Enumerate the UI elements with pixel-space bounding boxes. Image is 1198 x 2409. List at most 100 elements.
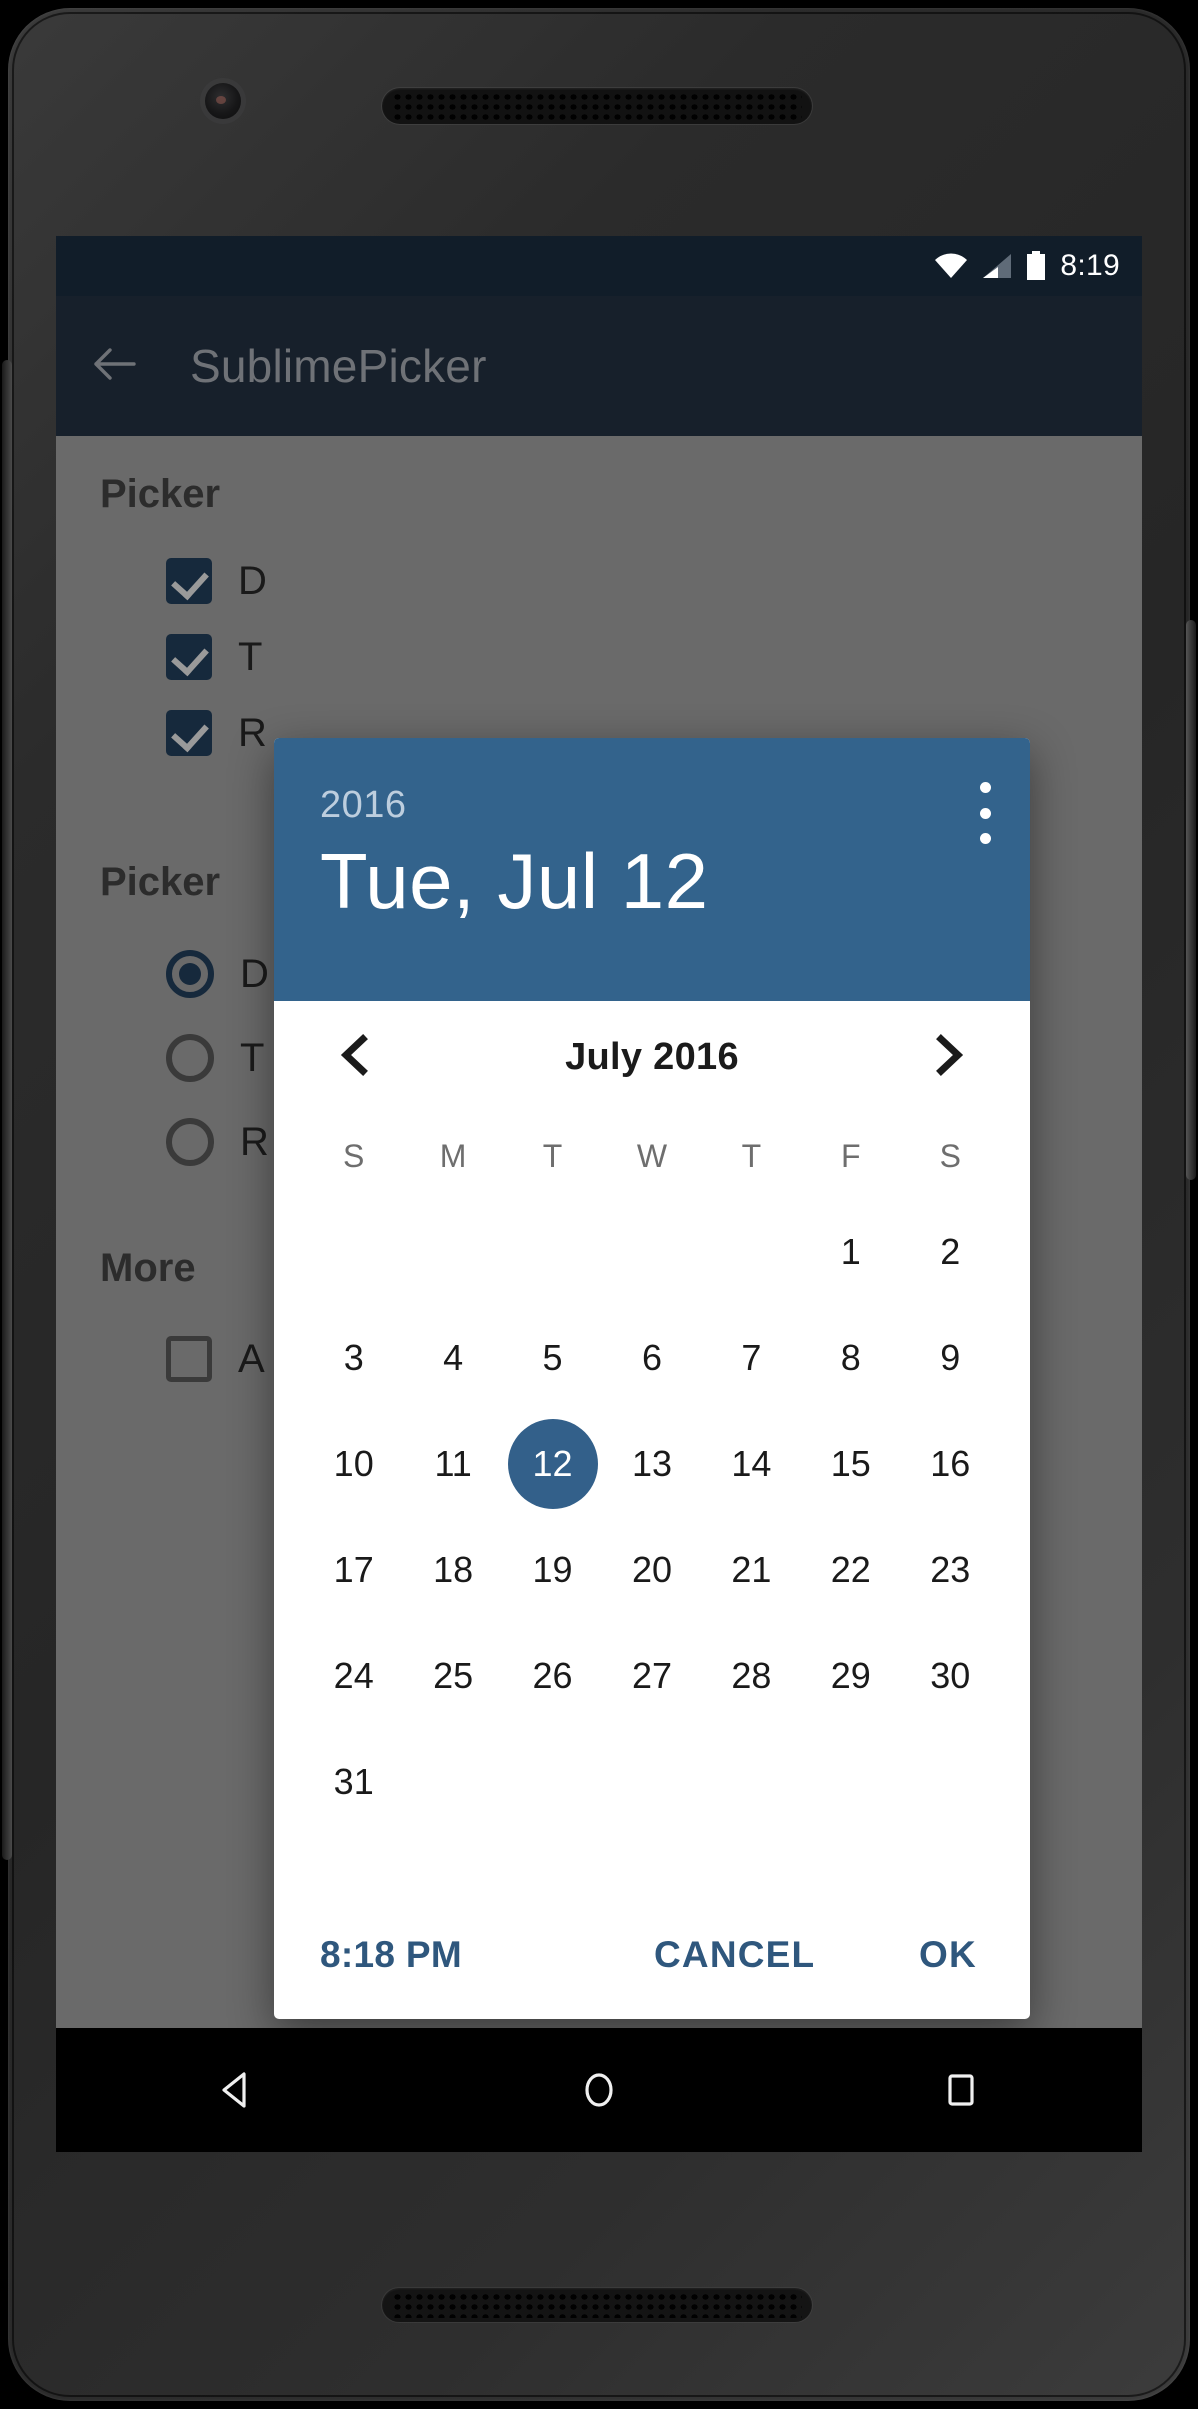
calendar-day-cell[interactable]: 21 — [702, 1517, 801, 1623]
calendar-day-label[interactable]: 25 — [408, 1631, 498, 1721]
calendar-day-cell[interactable]: 31 — [304, 1729, 403, 1835]
calendar-week-row: 31 — [304, 1729, 1000, 1835]
calendar-day-label[interactable]: 4 — [408, 1313, 498, 1403]
calendar-day-cell[interactable]: 25 — [403, 1623, 502, 1729]
calendar-day-label[interactable]: 8 — [806, 1313, 896, 1403]
calendar-day-cell[interactable]: 15 — [801, 1411, 900, 1517]
nav-back-triangle-icon[interactable] — [207, 2060, 267, 2120]
calendar-day-cell[interactable]: 1 — [801, 1199, 900, 1305]
calendar-day-label[interactable]: 5 — [508, 1313, 598, 1403]
calendar-day-label[interactable]: 7 — [706, 1313, 796, 1403]
calendar-day-cell[interactable]: 27 — [602, 1623, 701, 1729]
calendar-day-label[interactable]: 27 — [607, 1631, 697, 1721]
calendar-day-label[interactable]: 6 — [607, 1313, 697, 1403]
calendar-day-cell[interactable]: 17 — [304, 1517, 403, 1623]
screenshot-root: 8:19 SublimePicker Picker D T R Picker D… — [0, 0, 1198, 2409]
calendar-day-cell[interactable]: 8 — [801, 1305, 900, 1411]
calendar-day-cell[interactable]: 23 — [901, 1517, 1000, 1623]
calendar-day-label[interactable]: 29 — [806, 1631, 896, 1721]
calendar-day-cell[interactable]: 2 — [901, 1199, 1000, 1305]
back-arrow-icon[interactable] — [90, 340, 138, 393]
calendar-week-row: 3456789 — [304, 1305, 1000, 1411]
calendar-day-cell[interactable]: 22 — [801, 1517, 900, 1623]
calendar-day-cell[interactable]: 5 — [503, 1305, 602, 1411]
ok-button[interactable]: OK — [919, 1934, 977, 1976]
calendar-day-label[interactable]: 3 — [309, 1313, 399, 1403]
calendar-day-cell[interactable]: 14 — [702, 1411, 801, 1517]
calendar-day-cell[interactable]: 30 — [901, 1623, 1000, 1729]
calendar-day-label[interactable]: 28 — [706, 1631, 796, 1721]
calendar-day-label[interactable]: 21 — [706, 1525, 796, 1615]
nav-recents-square-icon[interactable] — [931, 2060, 991, 2120]
radio-t[interactable] — [166, 1034, 214, 1082]
overflow-menu-icon[interactable] — [978, 782, 992, 844]
chevron-right-icon[interactable] — [926, 1033, 970, 1082]
radio-d[interactable] — [166, 950, 214, 998]
calendar-day-label[interactable]: 31 — [309, 1737, 399, 1827]
system-navigation-bar — [56, 2028, 1142, 2152]
calendar-day-cell[interactable]: 9 — [901, 1305, 1000, 1411]
checkbox-a[interactable] — [166, 1336, 212, 1382]
calendar-day-label[interactable]: 14 — [706, 1419, 796, 1509]
calendar-day-cell[interactable]: 7 — [702, 1305, 801, 1411]
calendar-day-cell[interactable]: 18 — [403, 1517, 502, 1623]
dialog-date-label[interactable]: Tue, Jul 12 — [320, 840, 986, 923]
calendar-day-cell[interactable]: 3 — [304, 1305, 403, 1411]
checkbox-row-a[interactable]: A — [166, 1336, 265, 1382]
calendar-day-cell[interactable]: 13 — [602, 1411, 701, 1517]
phone-side-rim-left — [2, 360, 12, 1860]
calendar-day-cell[interactable]: 16 — [901, 1411, 1000, 1517]
calendar-day-label[interactable]: 11 — [408, 1419, 498, 1509]
calendar-day-cell[interactable]: 6 — [602, 1305, 701, 1411]
checkbox-t[interactable] — [166, 634, 212, 680]
calendar-day-label[interactable]: 20 — [607, 1525, 697, 1615]
radio-r[interactable] — [166, 1118, 214, 1166]
calendar-day-cell[interactable]: 28 — [702, 1623, 801, 1729]
calendar-day-label[interactable]: 10 — [309, 1419, 399, 1509]
dialog-body: July 2016 S M T W T F S 1 2 3 4 5 6 7 8 … — [274, 1001, 1030, 1835]
cancel-button[interactable]: CANCEL — [654, 1934, 815, 1976]
calendar-day-label[interactable]: 13 — [607, 1419, 697, 1509]
dialog-year-label[interactable]: 2016 — [320, 784, 986, 827]
calendar-day-cell[interactable]: 4 — [403, 1305, 502, 1411]
nav-home-circle-icon[interactable] — [569, 2060, 629, 2120]
calendar-empty-cell — [702, 1729, 801, 1835]
calendar-day-cell[interactable]: 10 — [304, 1411, 403, 1517]
chevron-left-icon[interactable] — [334, 1033, 378, 1082]
calendar-day-label[interactable]: 24 — [309, 1631, 399, 1721]
radio-row-t[interactable]: T — [166, 1034, 264, 1082]
checkbox-row-t[interactable]: T — [166, 634, 262, 680]
calendar-day-label[interactable]: 1 — [806, 1207, 896, 1297]
calendar-day-cell[interactable]: 12 — [503, 1411, 602, 1517]
calendar-day-label[interactable]: 9 — [905, 1313, 995, 1403]
radio-row-r[interactable]: R — [166, 1118, 269, 1166]
calendar-day-label[interactable]: 18 — [408, 1525, 498, 1615]
calendar-day-cell[interactable]: 11 — [403, 1411, 502, 1517]
status-bar: 8:19 — [56, 236, 1142, 296]
calendar-day-label[interactable]: 30 — [905, 1631, 995, 1721]
calendar-day-label[interactable]: 23 — [905, 1525, 995, 1615]
calendar-day-label[interactable]: 16 — [905, 1419, 995, 1509]
calendar-day-cell[interactable]: 20 — [602, 1517, 701, 1623]
checkbox-d[interactable] — [166, 558, 212, 604]
radio-label-d: D — [240, 951, 269, 996]
battery-icon — [1026, 251, 1046, 281]
calendar-empty-cell — [801, 1729, 900, 1835]
calendar-day-cell[interactable]: 26 — [503, 1623, 602, 1729]
calendar-day-label[interactable]: 2 — [905, 1207, 995, 1297]
checkbox-row-d[interactable]: D — [166, 558, 267, 604]
radio-row-d[interactable]: D — [166, 950, 269, 998]
calendar-day-cell[interactable]: 19 — [503, 1517, 602, 1623]
checkbox-row-r[interactable]: R — [166, 710, 267, 756]
calendar-day-cell[interactable]: 24 — [304, 1623, 403, 1729]
time-button[interactable]: 8:18 PM — [320, 1934, 462, 1976]
calendar-day-label[interactable]: 22 — [806, 1525, 896, 1615]
calendar-day-selected[interactable]: 12 — [507, 1419, 598, 1509]
calendar-day-label[interactable]: 19 — [508, 1525, 598, 1615]
calendar-day-label[interactable]: 26 — [508, 1631, 598, 1721]
app-title: SublimePicker — [190, 340, 487, 392]
calendar-day-label[interactable]: 15 — [806, 1419, 896, 1509]
calendar-day-label[interactable]: 17 — [309, 1525, 399, 1615]
checkbox-r[interactable] — [166, 710, 212, 756]
calendar-day-cell[interactable]: 29 — [801, 1623, 900, 1729]
